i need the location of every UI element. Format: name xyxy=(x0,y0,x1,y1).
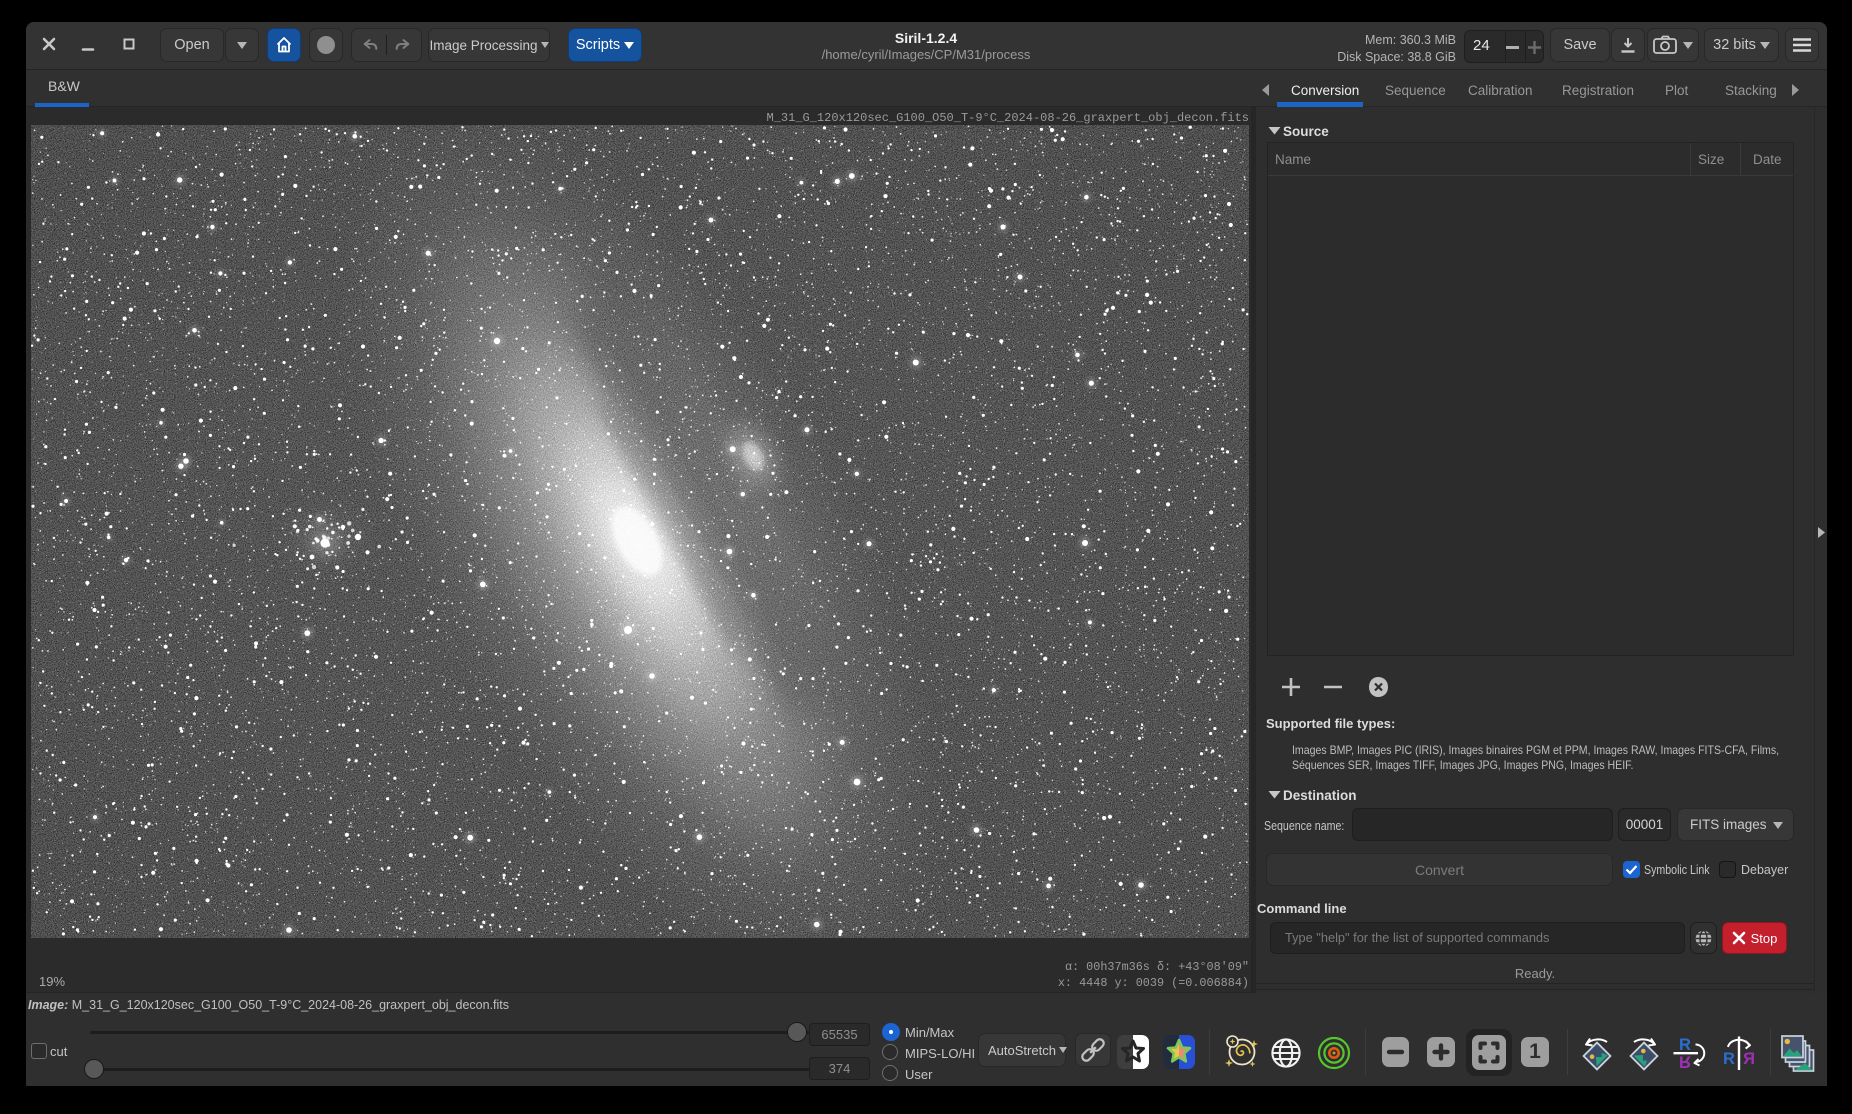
svg-text:R: R xyxy=(1679,1053,1691,1071)
svg-text:R: R xyxy=(1743,1050,1755,1068)
svg-text:R: R xyxy=(1679,1036,1691,1054)
svg-text:R: R xyxy=(1723,1050,1735,1068)
